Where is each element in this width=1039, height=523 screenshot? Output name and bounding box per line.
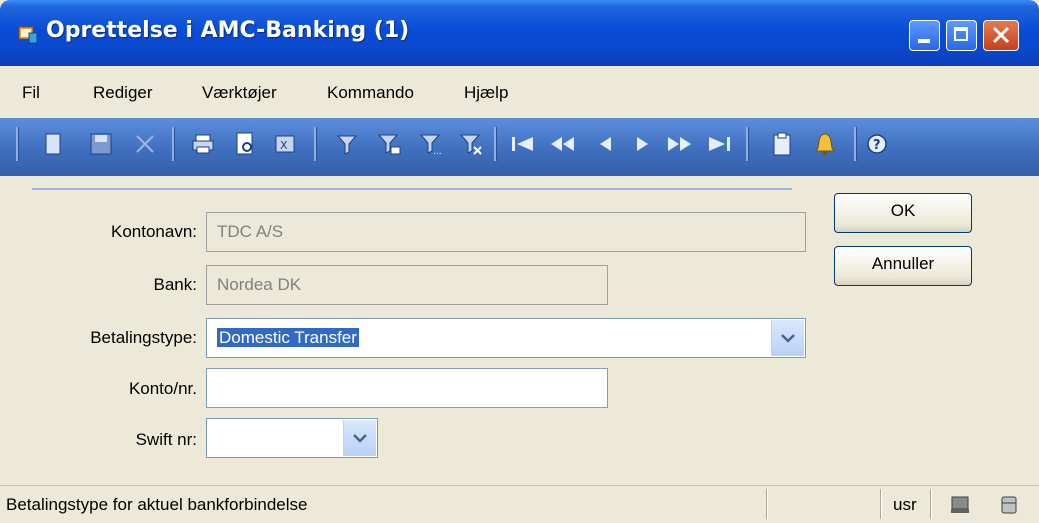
bank-label: Bank:	[153, 275, 197, 294]
close-icon	[991, 24, 1011, 50]
minimize-button[interactable]	[909, 20, 940, 51]
toolbar-separator	[494, 127, 497, 161]
previous-record-icon[interactable]	[592, 131, 618, 157]
delete-icon[interactable]	[132, 131, 158, 157]
betalingstype-value: Domestic Transfer	[217, 328, 359, 347]
status-user: usr	[893, 495, 917, 514]
maximize-icon	[954, 27, 968, 41]
bank-field: Nordea DK	[206, 265, 608, 305]
next-page-icon[interactable]	[666, 131, 692, 157]
menu-vaerktoejer[interactable]: Værktøjer	[202, 83, 277, 103]
title-bar[interactable]: Oprettelse i AMC-Banking (1)	[0, 0, 1039, 66]
konto-label: Konto/nr.	[128, 379, 197, 398]
menu-hjaelp[interactable]: Hjælp	[464, 83, 508, 103]
svg-text:?: ?	[873, 138, 881, 153]
konto-field[interactable]	[206, 368, 608, 408]
betalingstype-combo[interactable]: Domestic Transfer	[206, 318, 806, 358]
ok-button[interactable]: OK	[834, 193, 972, 233]
first-record-icon[interactable]	[510, 131, 536, 157]
toolbar-separator	[16, 127, 19, 161]
clear-filter-icon[interactable]	[458, 131, 484, 157]
new-icon[interactable]	[40, 131, 66, 157]
svg-text:X: X	[280, 139, 288, 152]
filter-field-icon[interactable]	[376, 131, 402, 157]
maximize-button[interactable]	[946, 20, 977, 51]
chevron-down-icon	[781, 334, 795, 343]
chevron-down-icon	[353, 434, 367, 443]
window-title: Oprettelse i AMC-Banking (1)	[46, 18, 410, 43]
last-record-icon[interactable]	[706, 131, 732, 157]
alert-icon[interactable]	[812, 131, 838, 157]
database-icon	[1000, 495, 1018, 519]
next-record-icon[interactable]	[630, 131, 656, 157]
toolbar-separator	[854, 127, 857, 161]
menu-bar	[0, 66, 1039, 118]
app-icon	[18, 24, 38, 44]
betalingstype-dropdown-button[interactable]	[771, 320, 804, 356]
toolbar-separator	[746, 127, 749, 161]
status-separator	[766, 489, 768, 519]
menu-fil[interactable]: Fil	[22, 83, 40, 103]
annuller-button[interactable]: Annuller	[834, 246, 972, 286]
help-icon[interactable]: ?	[864, 131, 890, 157]
menu-rediger[interactable]: Rediger	[93, 83, 153, 103]
menu-kommando[interactable]: Kommando	[327, 83, 414, 103]
kontonavn-label: Kontonavn:	[110, 222, 197, 241]
status-separator	[880, 489, 882, 519]
minimize-icon	[918, 39, 930, 43]
server-icon	[950, 496, 970, 518]
close-button[interactable]	[983, 20, 1019, 51]
swift-label: Swift nr:	[135, 430, 197, 449]
swift-dropdown-button[interactable]	[343, 420, 376, 456]
filter-icon[interactable]	[334, 131, 360, 157]
svg-text:...: ...	[433, 147, 442, 156]
betalingstype-label: Betalingstype:	[90, 328, 197, 347]
export-icon[interactable]: X	[272, 131, 298, 157]
app-window: Oprettelse i AMC-Banking (1) Fil Rediger…	[0, 0, 1039, 523]
kontonavn-field: TDC A/S	[206, 212, 806, 252]
filter-advanced-icon[interactable]: ...	[418, 131, 444, 157]
swift-combo[interactable]	[206, 418, 378, 458]
print-preview-icon[interactable]	[232, 131, 258, 157]
paste-icon[interactable]	[770, 131, 796, 157]
save-icon[interactable]	[88, 131, 114, 157]
form-divider	[32, 188, 792, 190]
status-text: Betalingstype for aktuel bankforbindelse	[6, 495, 308, 514]
toolbar-separator	[172, 127, 175, 161]
previous-page-icon[interactable]	[550, 131, 576, 157]
status-separator	[930, 489, 932, 519]
toolbar-separator	[314, 127, 317, 161]
print-icon[interactable]	[190, 131, 216, 157]
